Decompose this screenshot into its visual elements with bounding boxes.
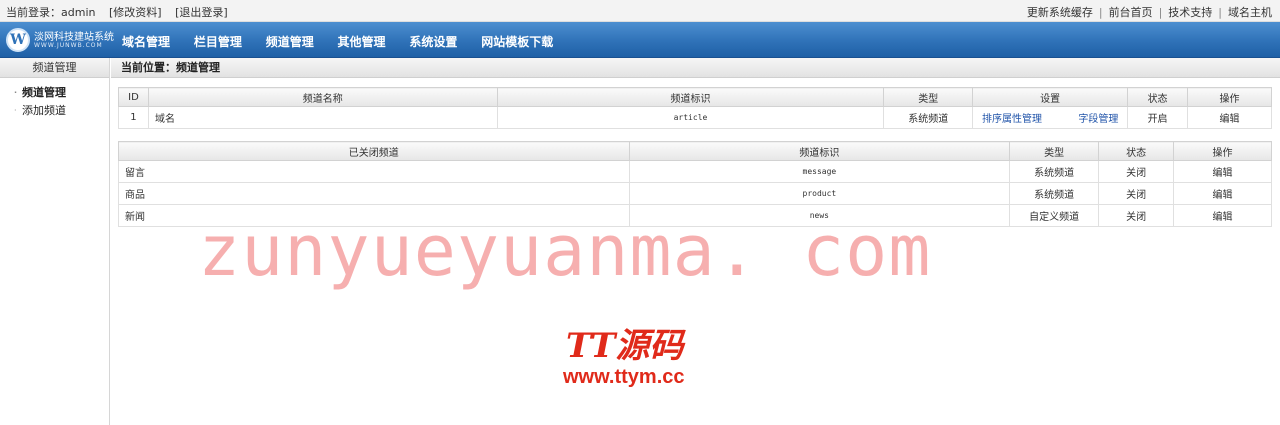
table-row: 留言 message 系统频道 关闭 编辑 bbox=[118, 160, 1272, 183]
edit-link[interactable]: 编辑 bbox=[1173, 204, 1272, 227]
row-id: 1 bbox=[118, 106, 149, 129]
col-closed-channel: 已关闭频道 bbox=[118, 141, 630, 161]
nav-other[interactable]: 其他管理 bbox=[338, 35, 386, 49]
nav-channel[interactable]: 频道管理 bbox=[266, 35, 314, 49]
logo-url: WWW.JUNWB.COM bbox=[34, 42, 103, 49]
sidebar-item-channel-manage[interactable]: · 频道管理 bbox=[0, 84, 109, 102]
nav-items: 域名管理 栏目管理 频道管理 其他管理 系统设置 网站模板下载 bbox=[122, 33, 573, 50]
col-status: 状态 bbox=[1098, 141, 1175, 161]
top-bar-left: 当前登录：admin [修改资料] [退出登录] bbox=[6, 4, 238, 20]
main-nav: W 淡网科技建站系统 WWW.JUNWB.COM 域名管理 栏目管理 频道管理 … bbox=[0, 22, 1280, 58]
channel-status: 关闭 bbox=[1098, 204, 1175, 227]
channel-type: 系统频道 bbox=[883, 106, 974, 129]
tech-support-link[interactable]: 技术支持 bbox=[1168, 6, 1212, 19]
col-action: 操作 bbox=[1173, 141, 1272, 161]
channel-name: 商品 bbox=[118, 182, 630, 205]
channel-identifier: product bbox=[628, 182, 1011, 205]
table-row: 商品 product 系统频道 关闭 编辑 bbox=[118, 182, 1272, 205]
col-type: 类型 bbox=[883, 87, 974, 107]
channel-identifier: message bbox=[628, 160, 1011, 183]
col-status: 状态 bbox=[1127, 87, 1189, 107]
col-id: ID bbox=[118, 87, 149, 107]
channel-type: 系统频道 bbox=[1009, 160, 1100, 183]
watermark-url: www.ttym.cc bbox=[563, 366, 685, 388]
channel-status: 关闭 bbox=[1098, 182, 1175, 205]
sidebar-item-add-channel[interactable]: · 添加频道 bbox=[0, 102, 109, 120]
edit-link[interactable]: 编辑 bbox=[1173, 160, 1272, 183]
nav-template-download[interactable]: 网站模板下载 bbox=[481, 35, 553, 49]
col-settings: 设置 bbox=[972, 87, 1129, 107]
logo-mark: W bbox=[6, 28, 30, 52]
col-action: 操作 bbox=[1187, 87, 1272, 107]
logout-link[interactable]: [退出登录] bbox=[175, 6, 228, 19]
nav-column[interactable]: 栏目管理 bbox=[194, 35, 242, 49]
logo: W 淡网科技建站系统 WWW.JUNWB.COM bbox=[4, 27, 114, 53]
sidebar-item-label: 添加频道 bbox=[22, 104, 66, 117]
field-manage-link[interactable]: 字段管理 bbox=[1078, 114, 1118, 125]
watermark-text: zunyueyuanma. com bbox=[198, 210, 932, 292]
table-header-row: 已关闭频道 频道标识 类型 状态 操作 bbox=[118, 141, 1272, 161]
table-header-row: ID 频道名称 频道标识 类型 设置 状态 操作 bbox=[118, 87, 1272, 107]
col-name: 频道名称 bbox=[147, 87, 498, 107]
edit-link[interactable]: 编辑 bbox=[1187, 106, 1272, 129]
divider: | bbox=[1158, 6, 1163, 19]
settings-cell: 排序属性管理 字段管理 bbox=[972, 106, 1129, 129]
nav-system[interactable]: 系统设置 bbox=[409, 35, 457, 49]
frontend-home-link[interactable]: 前台首页 bbox=[1109, 6, 1153, 19]
top-bar-right: 更新系统缓存 | 前台首页 | 技术支持 | 域名主机 bbox=[1027, 4, 1272, 20]
col-identifier: 频道标识 bbox=[628, 141, 1011, 161]
breadcrumb: 当前位置：频道管理 bbox=[111, 58, 1280, 78]
divider: | bbox=[1098, 6, 1103, 19]
edit-profile-link[interactable]: [修改资料] bbox=[109, 6, 162, 19]
channel-status: 开启 bbox=[1127, 106, 1189, 129]
channel-type: 自定义频道 bbox=[1009, 204, 1100, 227]
edit-link[interactable]: 编辑 bbox=[1173, 182, 1272, 205]
watermark-brand: TT源码 bbox=[566, 326, 684, 366]
sort-attr-manage-link[interactable]: 排序属性管理 bbox=[982, 114, 1042, 125]
nav-domain[interactable]: 域名管理 bbox=[122, 35, 170, 49]
col-type: 类型 bbox=[1009, 141, 1100, 161]
channel-type: 系统频道 bbox=[1009, 182, 1100, 205]
col-identifier: 频道标识 bbox=[496, 87, 885, 107]
domain-host-link[interactable]: 域名主机 bbox=[1228, 6, 1272, 19]
sidebar-item-label: 频道管理 bbox=[22, 86, 66, 99]
channel-table: ID 频道名称 频道标识 类型 设置 状态 操作 1 域名 article 系统… bbox=[118, 87, 1272, 129]
divider: | bbox=[1218, 6, 1222, 19]
logo-title: 淡网科技建站系统 bbox=[34, 32, 114, 43]
sidebar: 频道管理 · 频道管理 · 添加频道 bbox=[0, 58, 110, 425]
table-row: 1 域名 article 系统频道 排序属性管理 字段管理 开启 编辑 bbox=[118, 106, 1272, 129]
update-cache-link[interactable]: 更新系统缓存 bbox=[1027, 6, 1093, 19]
top-bar: 当前登录：admin [修改资料] [退出登录] 更新系统缓存 | 前台首页 | 技术支… bbox=[0, 0, 1280, 22]
channel-status: 关闭 bbox=[1098, 160, 1175, 183]
bullet-icon: · bbox=[14, 88, 18, 97]
bullet-icon: · bbox=[14, 106, 17, 115]
channel-name: 留言 bbox=[118, 160, 630, 183]
channel-name-link[interactable]: 域名 bbox=[147, 106, 498, 129]
sidebar-title: 频道管理 bbox=[0, 58, 109, 78]
channel-identifier: article bbox=[496, 106, 885, 129]
login-status: 当前登录：admin bbox=[6, 6, 96, 19]
